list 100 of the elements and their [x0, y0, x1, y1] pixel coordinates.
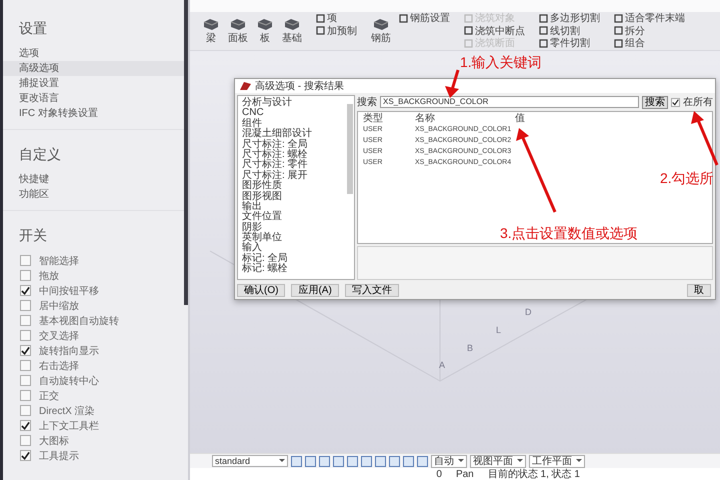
ribbon-button[interactable]: 基础: [282, 12, 302, 50]
checkbox[interactable]: [20, 270, 31, 281]
toggle-label: 正交: [39, 390, 59, 402]
column-header[interactable]: 值: [515, 113, 712, 124]
category-item[interactable]: 图形性质: [242, 181, 354, 192]
style-select[interactable]: standard: [212, 455, 288, 467]
snap-icon[interactable]: [291, 456, 302, 466]
ribbon-button[interactable]: 浇筑中断点: [464, 24, 525, 38]
grid-label: B: [467, 343, 474, 353]
sidebar-item[interactable]: 快捷键: [3, 172, 188, 187]
arrow: [691, 111, 718, 166]
search-field[interactable]: XS_BACKGROUND_COLOR: [380, 96, 639, 108]
toggle-label: 中间按钮平移: [39, 284, 99, 298]
dropdown[interactable]: 视图平面: [470, 454, 526, 468]
scrollbar[interactable]: [184, 0, 188, 305]
checkbox[interactable]: [20, 360, 31, 371]
category-item[interactable]: CNC: [242, 108, 354, 119]
ribbon-button[interactable]: 组合: [614, 37, 685, 50]
section-title: 设置: [18, 19, 48, 38]
category-item[interactable]: 尺寸标注: 零件: [242, 160, 354, 171]
checkbox[interactable]: [20, 300, 31, 311]
ribbon-button[interactable]: 面板: [228, 12, 248, 50]
sidebar-item[interactable]: 选项: [3, 46, 188, 61]
ribbon-button[interactable]: 零件切割: [539, 37, 600, 50]
column-header[interactable]: 类型: [358, 113, 415, 124]
toggle-label: 大图标: [39, 434, 69, 448]
category-item[interactable]: 图形视图: [242, 192, 354, 202]
column-header[interactable]: 名称: [415, 113, 515, 124]
square-icon: [614, 14, 623, 23]
annotation-text: 3.点击设置数值或选项: [500, 225, 638, 243]
checkbox[interactable]: [20, 255, 31, 266]
block-icon: [256, 17, 274, 31]
sidebar-item[interactable]: IFC 对象转换设置: [3, 106, 188, 121]
ribbon-button[interactable]: 拆分: [614, 24, 685, 38]
square-icon: [316, 26, 325, 36]
status-message: 目前的状态 1, 状态 1: [488, 468, 580, 480]
ribbon-button[interactable]: 多边形切割: [539, 12, 600, 25]
block-icon: [372, 17, 390, 31]
dropdown[interactable]: 自动: [431, 454, 467, 468]
dialog-button[interactable]: 写入文件: [344, 284, 399, 297]
toggle-label: 右击选择: [39, 360, 79, 372]
ribbon-button[interactable]: 板: [256, 12, 274, 50]
square-icon: [399, 14, 408, 23]
snap-icon[interactable]: [375, 456, 386, 466]
section-title: 开关: [18, 226, 48, 245]
square-icon: [464, 14, 473, 23]
cancel-button[interactable]: 取: [687, 284, 711, 297]
category-item[interactable]: 输入: [242, 243, 354, 254]
ribbon-button[interactable]: 梁: [202, 12, 220, 50]
block-icon: [229, 17, 247, 31]
snap-icon[interactable]: [361, 456, 372, 466]
toggle-label: 基本视图自动旋转: [39, 314, 119, 328]
checkbox[interactable]: [20, 435, 31, 446]
ribbon-button[interactable]: 线切割: [539, 24, 600, 38]
checkbox[interactable]: [20, 285, 31, 296]
snap-icon[interactable]: [305, 456, 316, 466]
ribbon-button[interactable]: 钢筋: [371, 12, 391, 50]
ribbon-button[interactable]: 适合零件末端: [614, 12, 685, 25]
ribbon-button[interactable]: 项: [316, 12, 357, 25]
snap-icon[interactable]: [403, 456, 414, 466]
square-icon: [539, 26, 548, 36]
dialog-title: 高级选项 - 搜索结果: [255, 80, 344, 93]
checkbox[interactable]: [20, 315, 31, 326]
category-item[interactable]: 标记: 螺栓: [242, 264, 354, 275]
checkbox[interactable]: [20, 375, 31, 386]
category-item[interactable]: 混凝土细部设计: [242, 129, 354, 140]
category-item[interactable]: 文件位置: [242, 212, 354, 223]
checkbox[interactable]: [20, 330, 31, 341]
dialog-button[interactable]: 应用(A): [291, 284, 339, 297]
dialog-button[interactable]: 确认(O): [237, 284, 286, 297]
snap-icon[interactable]: [333, 456, 344, 466]
snap-icon[interactable]: [389, 456, 400, 466]
block-icon: [283, 17, 301, 31]
grid-label: A: [439, 360, 446, 370]
search-button[interactable]: 搜索: [642, 96, 668, 108]
toggle-label: 工具提示: [39, 450, 79, 462]
sidebar-item[interactable]: 更改语言: [3, 91, 188, 106]
checkbox[interactable]: [20, 390, 31, 401]
search-label: 搜索: [357, 96, 377, 109]
snap-icon[interactable]: [417, 456, 428, 466]
toggle-label: 自动旋转中心: [39, 374, 99, 388]
sidebar-item[interactable]: 捕捉设置: [3, 76, 188, 91]
category-item[interactable]: 尺寸标注: 全局: [242, 140, 354, 150]
toggle-label: 拖放: [39, 270, 59, 282]
checkbox[interactable]: [20, 450, 31, 461]
checkbox[interactable]: [20, 405, 31, 416]
square-icon: [539, 14, 548, 23]
ribbon-button[interactable]: 钢筋设置: [399, 12, 450, 25]
square-icon: [464, 26, 473, 36]
snap-icon[interactable]: [347, 456, 358, 466]
snap-icon[interactable]: [319, 456, 330, 466]
dropdown[interactable]: 工作平面: [529, 454, 585, 468]
category-item[interactable]: 分析与设计: [242, 98, 354, 108]
checkbox[interactable]: [671, 98, 680, 106]
scrollbar[interactable]: [347, 104, 353, 194]
checkbox[interactable]: [20, 420, 31, 431]
ribbon-button[interactable]: 加预制: [316, 24, 357, 38]
checkbox[interactable]: [20, 345, 31, 356]
sidebar-item[interactable]: 功能区: [3, 187, 188, 202]
category-item[interactable]: 英制单位: [242, 233, 354, 244]
